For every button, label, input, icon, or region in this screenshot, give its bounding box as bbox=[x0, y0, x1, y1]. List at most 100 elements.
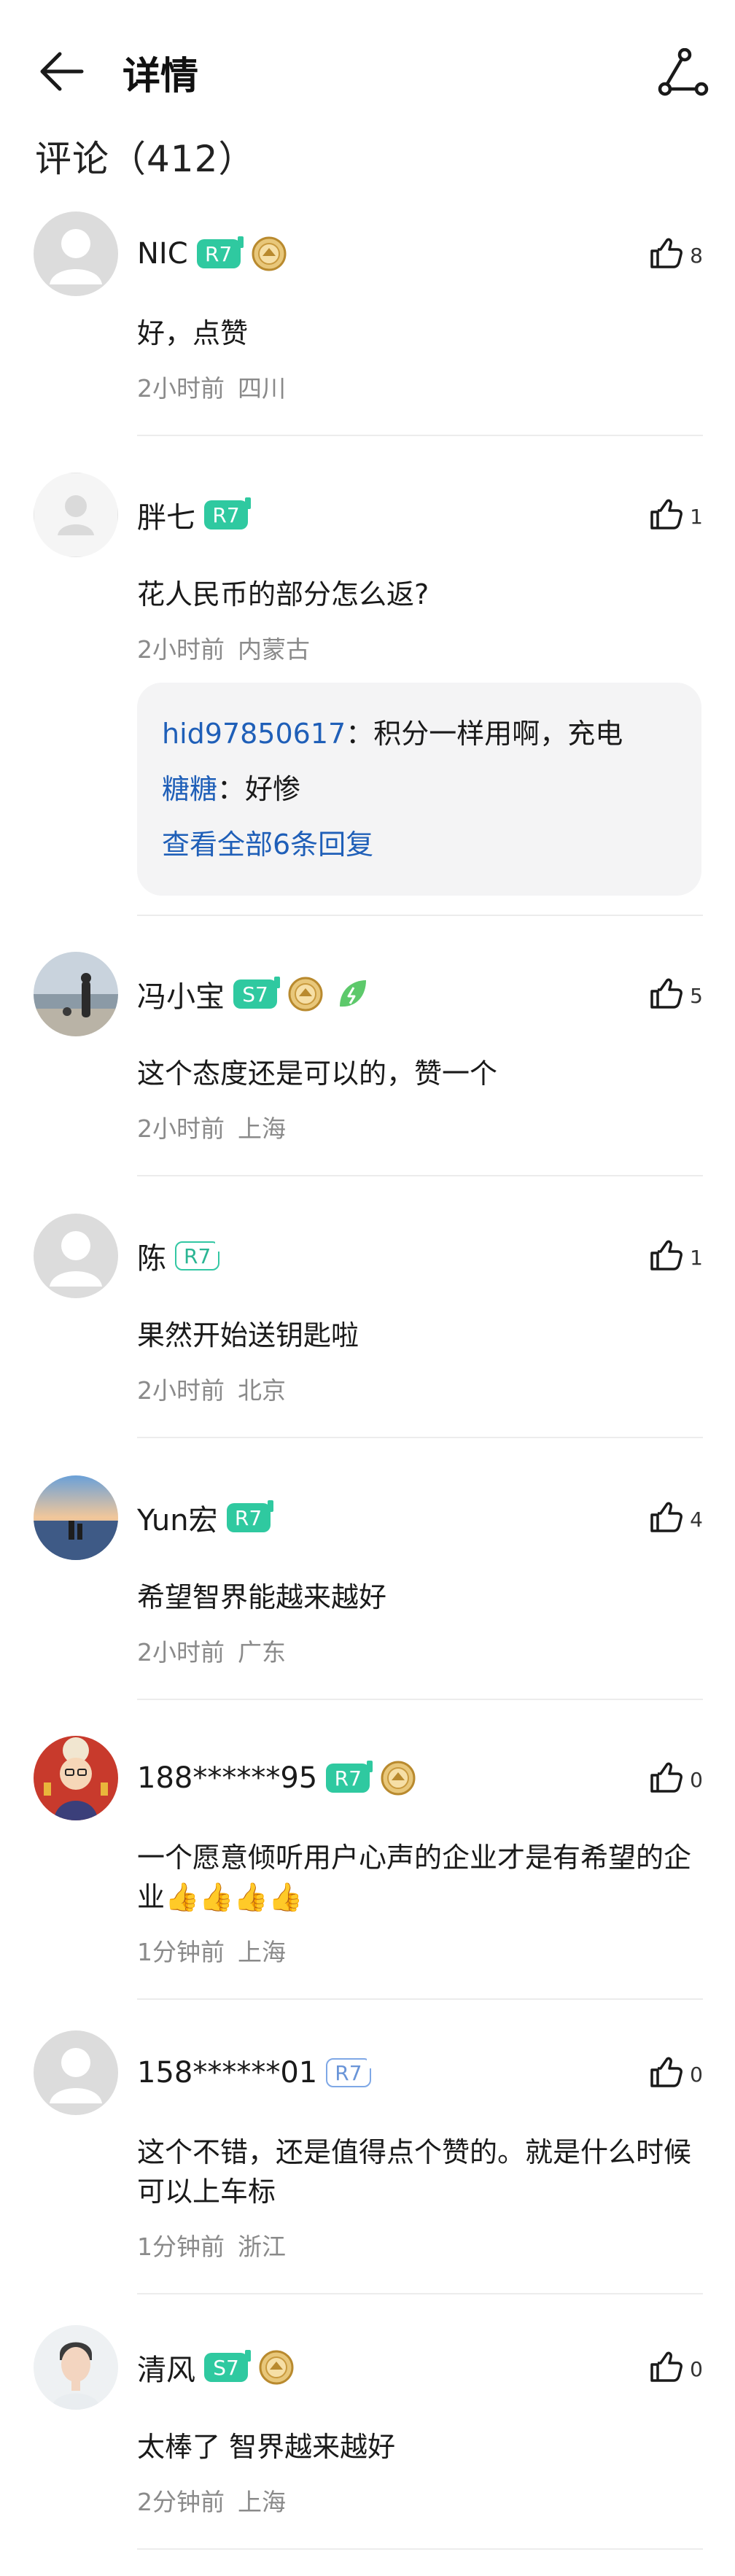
comment-location: 四川 bbox=[238, 374, 286, 403]
like-count: 5 bbox=[690, 983, 703, 1008]
thumbs-up-icon bbox=[649, 238, 683, 273]
comment-time: 2小时前 bbox=[137, 635, 225, 664]
like-button[interactable]: 0 bbox=[649, 1762, 703, 1797]
medal-icon bbox=[258, 2349, 295, 2386]
comment-time: 2分钟前 bbox=[137, 2488, 225, 2516]
avatar[interactable] bbox=[34, 2030, 118, 2115]
comment-time: 2小时前 bbox=[137, 374, 225, 403]
level-badge: S7 bbox=[204, 2350, 251, 2382]
thumbs-up-icon bbox=[649, 1240, 683, 1275]
medal-icon bbox=[251, 236, 287, 272]
commenter-name[interactable]: 188******95 bbox=[137, 1761, 317, 1795]
comment-location: 内蒙古 bbox=[238, 635, 310, 664]
level-badge: R7 bbox=[326, 2057, 373, 2087]
comment-time: 1分钟前 bbox=[137, 2232, 225, 2261]
comment-text: 这个不错，还是值得点个赞的。就是什么时候可以上车标 bbox=[137, 2136, 692, 2208]
reply-box: hid97850617：积分一样用啊，充电 糖糖：好惨 查看全部6条回复 bbox=[137, 683, 701, 896]
avatar[interactable] bbox=[34, 1475, 118, 1560]
comment-meta: 1分钟前 上海 bbox=[137, 1933, 286, 1968]
view-all-replies-link[interactable]: 查看全部6条回复 bbox=[162, 817, 677, 872]
divider bbox=[137, 1699, 703, 1700]
commenter-name[interactable]: 陈 bbox=[137, 1235, 166, 1277]
comment-time: 2小时前 bbox=[137, 1376, 225, 1405]
like-button[interactable]: 8 bbox=[649, 238, 703, 273]
commenter-info: 胖七 R7 bbox=[137, 493, 251, 537]
divider bbox=[137, 435, 703, 436]
reply-author[interactable]: hid97850617 bbox=[162, 718, 346, 750]
comment-meta: 2小时前 北京 bbox=[137, 1371, 286, 1406]
comment-time: 1分钟前 bbox=[137, 1938, 225, 1966]
medal-icon bbox=[380, 1760, 416, 1796]
comment-text: 好，点赞 bbox=[137, 317, 249, 349]
back-arrow-icon[interactable] bbox=[38, 50, 85, 93]
avatar[interactable] bbox=[34, 2325, 118, 2410]
divider bbox=[137, 2548, 703, 2550]
commenter-name[interactable]: 清风 bbox=[137, 2346, 195, 2389]
page-title: 详情 bbox=[122, 55, 199, 98]
comment-time: 2小时前 bbox=[137, 1638, 225, 1667]
level-badge: S7 bbox=[233, 977, 280, 1009]
avatar[interactable] bbox=[34, 1214, 118, 1298]
comment-location: 浙江 bbox=[238, 2232, 286, 2261]
thumbs-up-icon bbox=[649, 499, 683, 534]
comment-text: 花人民币的部分怎么返? bbox=[137, 578, 429, 610]
comment-meta: 2分钟前 上海 bbox=[137, 2483, 286, 2518]
commenter-name[interactable]: 158******01 bbox=[137, 2056, 317, 2090]
comment-meta: 2小时前 四川 bbox=[137, 369, 286, 404]
commenter-name[interactable]: 胖七 bbox=[137, 494, 195, 536]
commenter-name[interactable]: Yun宏 bbox=[137, 1497, 218, 1539]
thumbs-up-icon bbox=[649, 1502, 683, 1537]
like-count: 1 bbox=[690, 504, 703, 529]
comment-location: 广东 bbox=[238, 1638, 286, 1667]
reply-text: ：好惨 bbox=[217, 773, 301, 805]
energy-leaf-icon bbox=[334, 976, 370, 1012]
divider bbox=[137, 1998, 703, 2000]
thumbs-up-icon bbox=[649, 978, 683, 1013]
comment-text: 果然开始送钥匙啦 bbox=[137, 1319, 359, 1351]
like-button[interactable]: 1 bbox=[649, 1240, 703, 1275]
avatar[interactable] bbox=[34, 1736, 118, 1820]
level-badge: R7 bbox=[196, 236, 244, 268]
reply-text: ：积分一样用啊，充电 bbox=[346, 718, 623, 750]
commenter-name[interactable]: NIC bbox=[137, 237, 188, 271]
like-count: 0 bbox=[690, 2062, 703, 2087]
like-button[interactable]: 0 bbox=[649, 2351, 703, 2386]
comment-time: 2小时前 bbox=[137, 1114, 225, 1143]
comment-text: 一个愿意倾听用户心声的企业才是有希望的企业👍👍👍👍 bbox=[137, 1842, 692, 1913]
comment-text: 太棒了 智界越来越好 bbox=[137, 2431, 396, 2463]
comment-location: 上海 bbox=[238, 1938, 286, 1966]
reply-item: hid97850617：积分一样用啊，充电 bbox=[162, 706, 677, 761]
comment-location: 上海 bbox=[238, 2488, 286, 2516]
reply-item: 糖糖：好惨 bbox=[162, 761, 677, 817]
divider bbox=[137, 915, 703, 916]
like-button[interactable]: 1 bbox=[649, 499, 703, 534]
commenter-info: Yun宏 R7 bbox=[137, 1496, 273, 1540]
thumbs-up-icon bbox=[649, 2057, 683, 2092]
divider bbox=[137, 1437, 703, 1438]
commenter-info: 陈 R7 bbox=[137, 1234, 222, 1278]
comment-text: 这个态度还是可以的，赞一个 bbox=[137, 1058, 498, 1090]
avatar[interactable] bbox=[34, 212, 118, 296]
top-bar: 详情 评论（412） bbox=[0, 0, 735, 180]
like-count: 0 bbox=[690, 1767, 703, 1792]
commenter-info: 158******01 R7 bbox=[137, 2051, 373, 2095]
thumbs-up-icon bbox=[649, 1762, 683, 1797]
commenter-info: 清风 S7 bbox=[137, 2346, 295, 2389]
reply-author[interactable]: 糖糖 bbox=[162, 773, 217, 805]
avatar[interactable] bbox=[34, 952, 118, 1036]
comment-text: 希望智界能越来越好 bbox=[137, 1581, 387, 1613]
share-icon[interactable] bbox=[658, 48, 709, 96]
comment-location: 上海 bbox=[238, 1114, 286, 1143]
comment-location: 北京 bbox=[238, 1376, 286, 1405]
level-badge: R7 bbox=[326, 1761, 373, 1793]
comment-meta: 2小时前 上海 bbox=[137, 1109, 286, 1144]
thumbs-up-icon bbox=[649, 2351, 683, 2386]
like-button[interactable]: 4 bbox=[649, 1502, 703, 1537]
like-button[interactable]: 5 bbox=[649, 978, 703, 1013]
commenter-name[interactable]: 冯小宝 bbox=[137, 973, 225, 1015]
medal-icon bbox=[287, 976, 324, 1012]
like-button[interactable]: 0 bbox=[649, 2057, 703, 2092]
level-badge: R7 bbox=[204, 497, 251, 529]
avatar[interactable] bbox=[34, 473, 118, 557]
comment-meta: 1分钟前 浙江 bbox=[137, 2227, 286, 2262]
